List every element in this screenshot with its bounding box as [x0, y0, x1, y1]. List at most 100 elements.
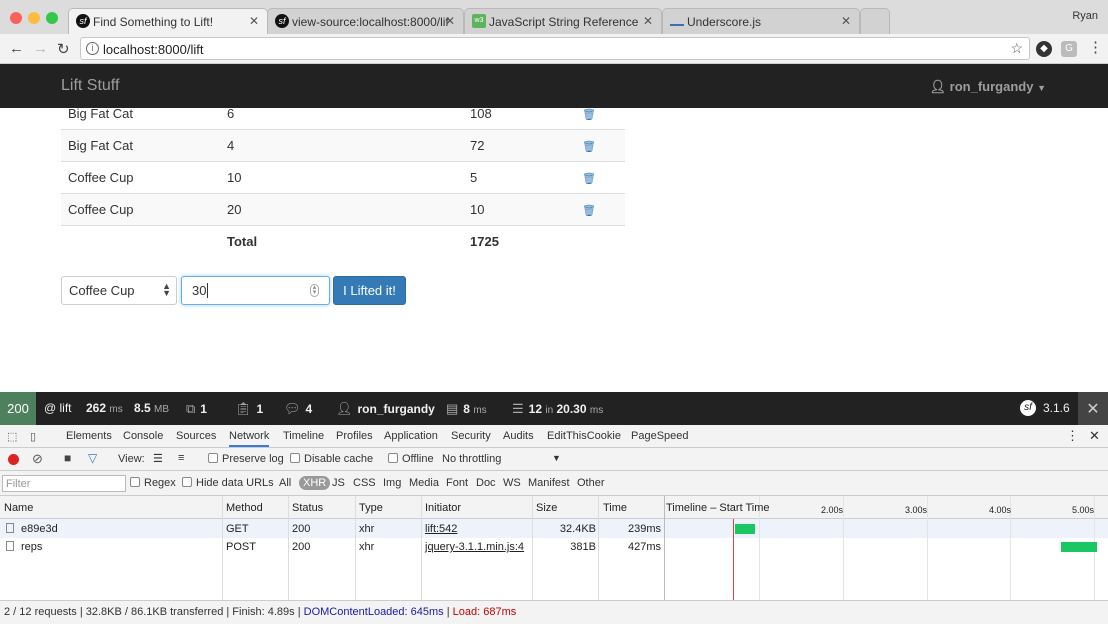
close-window-button[interactable] — [10, 12, 22, 24]
tab-application[interactable]: Application — [384, 430, 438, 442]
forms-panel[interactable]: ⧉ 1 — [186, 401, 207, 417]
close-devtools-icon[interactable]: ✕ — [1089, 428, 1100, 444]
tab-audits[interactable]: Audits — [503, 430, 534, 442]
tab-profiles[interactable]: Profiles — [336, 430, 373, 442]
tab-elements[interactable]: Elements — [66, 430, 112, 442]
throttling-select[interactable]: No throttling ▼ — [442, 453, 561, 465]
waterfall-view-icon[interactable]: ≡ — [178, 452, 184, 464]
column-header-name[interactable]: Name — [4, 502, 33, 514]
offline-checkbox[interactable]: Offline — [388, 453, 434, 465]
extension-g-icon[interactable]: G — [1061, 41, 1077, 57]
request-name[interactable]: e89e3d — [6, 523, 58, 535]
column-header-method[interactable]: Method — [226, 502, 263, 514]
browser-tab-view-source[interactable]: sf view-source:localhost:8000/lif ✕ — [267, 8, 464, 34]
tab-timeline[interactable]: Timeline — [283, 430, 324, 442]
column-header-type[interactable]: Type — [359, 502, 383, 514]
profile-name[interactable]: Ryan — [1072, 10, 1098, 22]
extension-icon[interactable]: ◆ — [1036, 41, 1052, 57]
timeline-bar[interactable] — [735, 524, 755, 534]
browser-tab-underscore[interactable]: Underscore.js ✕ — [662, 8, 860, 34]
record-icon[interactable] — [8, 454, 19, 465]
filter-css[interactable]: CSS — [353, 477, 376, 489]
request-time[interactable]: 262 ms — [86, 401, 123, 415]
filter-js[interactable]: JS — [332, 477, 345, 489]
filter-funnel-icon[interactable]: ▽ — [88, 451, 97, 465]
column-header-timeline[interactable]: Timeline – Start Time — [666, 502, 770, 514]
device-mode-icon[interactable]: ▯ — [30, 430, 36, 443]
browser-tab-lift[interactable]: sf Find Something to Lift! ✕ — [68, 8, 268, 34]
reps-input[interactable]: 30 ▴ ▾ — [181, 276, 330, 305]
filter-font[interactable]: Font — [446, 477, 468, 489]
column-header-status[interactable]: Status — [292, 502, 323, 514]
column-header-initiator[interactable]: Initiator — [425, 502, 461, 514]
filter-other[interactable]: Other — [577, 477, 605, 489]
close-toolbar-icon[interactable]: ✕ — [1078, 392, 1108, 425]
memory-usage[interactable]: 8.5 MB — [134, 401, 169, 415]
close-icon[interactable]: ✕ — [643, 14, 653, 28]
filter-input[interactable]: Filter — [2, 475, 126, 492]
brand-link[interactable]: Lift Stuff — [61, 77, 119, 95]
regex-checkbox[interactable]: Regex — [130, 477, 176, 489]
back-arrow-icon[interactable]: ← — [9, 40, 24, 57]
preserve-log-checkbox[interactable]: Preserve log — [208, 453, 284, 465]
info-icon[interactable]: i — [86, 42, 99, 55]
new-tab-button[interactable] — [860, 8, 890, 34]
list-view-icon[interactable]: ☰ — [153, 452, 163, 465]
trash-icon[interactable]: 🗑︎ — [582, 140, 596, 153]
menu-dots-icon[interactable]: ⋮ — [1088, 38, 1103, 56]
filter-doc[interactable]: Doc — [476, 477, 496, 489]
close-icon[interactable]: ✕ — [249, 14, 259, 28]
request-name[interactable]: reps — [6, 541, 42, 553]
load-time: Load: 687ms — [452, 606, 517, 618]
tab-pagespeed[interactable]: PageSpeed — [631, 430, 689, 442]
tab-security[interactable]: Security — [451, 430, 491, 442]
tab-console[interactable]: Console — [123, 430, 163, 442]
tab-editthiscookie[interactable]: EditThisCookie — [547, 430, 621, 442]
tab-sources[interactable]: Sources — [176, 430, 216, 442]
filter-media[interactable]: Media — [409, 477, 439, 489]
security-user-panel[interactable]: 👤︎ ron_furgandy — [336, 401, 435, 417]
disable-cache-checkbox[interactable]: Disable cache — [290, 453, 373, 465]
logs-panel[interactable]: 📋︎ 1 — [235, 401, 263, 417]
maximize-window-button[interactable] — [46, 12, 58, 24]
filter-xhr[interactable]: XHR — [299, 476, 331, 490]
symfony-logo-icon[interactable]: sf — [1020, 400, 1036, 416]
twig-panel[interactable]: ▤ 8 ms — [446, 401, 487, 417]
submit-lift-button[interactable]: I Lifted it! — [333, 276, 406, 305]
request-initiator-link[interactable]: jquery-3.1.1.min.js:4 — [425, 541, 524, 553]
filter-all[interactable]: All — [279, 477, 291, 489]
minimize-window-button[interactable] — [28, 12, 40, 24]
item-select[interactable]: Coffee Cup ▲ ▼ — [61, 276, 177, 305]
user-icon: 👤︎ — [336, 401, 353, 416]
column-header-size[interactable]: Size — [536, 502, 557, 514]
close-icon[interactable]: ✕ — [841, 14, 851, 28]
camera-icon[interactable]: ■ — [64, 451, 71, 465]
trash-icon[interactable]: 🗑︎ — [582, 108, 596, 121]
browser-tab-js-reference[interactable]: w3 JavaScript String Reference ✕ — [464, 8, 662, 34]
messages-panel[interactable]: 💬︎ 4 — [284, 401, 312, 417]
timeline-bar[interactable] — [1061, 542, 1097, 552]
bookmark-star-icon[interactable]: ☆ — [1010, 40, 1023, 57]
url-bar[interactable]: i localhost:8000/lift ☆ — [80, 37, 1030, 60]
hide-data-urls-checkbox[interactable]: Hide data URLs — [182, 477, 274, 489]
status-code-badge[interactable]: 200 — [0, 392, 36, 425]
filter-manifest[interactable]: Manifest — [528, 477, 570, 489]
trash-icon[interactable]: 🗑︎ — [582, 204, 596, 217]
database-panel[interactable]: ☰ 12 in 20.30 ms — [512, 401, 603, 417]
number-spinner-icon[interactable]: ▴ ▾ — [310, 284, 319, 297]
tab-network[interactable]: Network — [229, 430, 270, 447]
trash-icon[interactable]: 🗑︎ — [582, 172, 596, 185]
inspect-element-icon[interactable]: ⬚ — [7, 430, 17, 443]
forward-arrow-icon[interactable]: → — [33, 40, 48, 57]
close-icon[interactable]: ✕ — [445, 14, 455, 28]
request-initiator-link[interactable]: lift:542 — [425, 523, 457, 535]
filter-img[interactable]: Img — [383, 477, 401, 489]
route-name[interactable]: @ lift — [44, 401, 72, 415]
filter-ws[interactable]: WS — [503, 477, 521, 489]
symfony-version[interactable]: 3.1.6 — [1043, 401, 1070, 415]
reload-icon[interactable]: ↻ — [57, 40, 70, 58]
devtools-menu-icon[interactable]: ⋮ — [1066, 428, 1079, 444]
clear-icon[interactable]: ⊘ — [32, 451, 43, 467]
column-header-time[interactable]: Time — [603, 502, 627, 514]
user-dropdown[interactable]: 👤︎ ron_furgandy ▼ — [930, 79, 1046, 95]
